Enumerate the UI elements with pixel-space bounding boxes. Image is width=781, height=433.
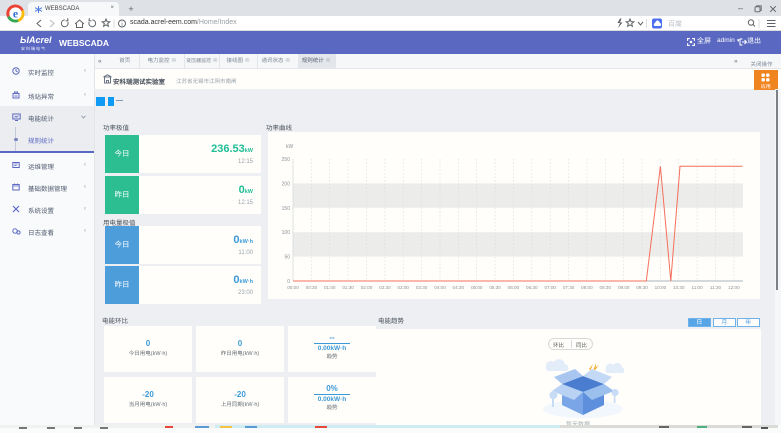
svg-text:07:30: 07:30 <box>563 285 575 290</box>
svg-text:07:00: 07:00 <box>544 285 556 290</box>
svg-text:00:00: 00:00 <box>287 285 299 290</box>
svg-text:i: i <box>121 22 122 28</box>
svg-text:02:30: 02:30 <box>379 285 391 290</box>
svg-text:08:00: 08:00 <box>581 285 593 290</box>
svg-text:04:30: 04:30 <box>453 285 465 290</box>
svg-text:11:00: 11:00 <box>692 285 704 290</box>
svg-text:02:00: 02:00 <box>361 285 373 290</box>
svg-text:03:00: 03:00 <box>397 285 409 290</box>
svg-text:200: 200 <box>282 181 291 187</box>
svg-text:e: e <box>13 7 18 20</box>
svg-text:50: 50 <box>284 255 290 261</box>
svg-text:150: 150 <box>282 206 291 212</box>
svg-text:100: 100 <box>282 230 291 236</box>
svg-text:08:30: 08:30 <box>600 285 612 290</box>
svg-text:01:00: 01:00 <box>324 285 336 290</box>
svg-text:10:00: 10:00 <box>655 285 667 290</box>
svg-text:09:00: 09:00 <box>618 285 630 290</box>
svg-text:06:00: 06:00 <box>508 285 520 290</box>
svg-text:10:30: 10:30 <box>673 285 685 290</box>
svg-text:03:30: 03:30 <box>416 285 428 290</box>
svg-text:06:30: 06:30 <box>526 285 538 290</box>
svg-text:11:30: 11:30 <box>710 285 722 290</box>
svg-text:00:30: 00:30 <box>306 285 318 290</box>
svg-text:05:30: 05:30 <box>489 285 501 290</box>
svg-text:250: 250 <box>282 157 291 163</box>
svg-text:09:30: 09:30 <box>636 285 648 290</box>
svg-text:04:00: 04:00 <box>434 285 446 290</box>
svg-text:12:00: 12:00 <box>728 285 740 290</box>
svg-text:05:00: 05:00 <box>471 285 483 290</box>
svg-text:01:30: 01:30 <box>342 285 354 290</box>
